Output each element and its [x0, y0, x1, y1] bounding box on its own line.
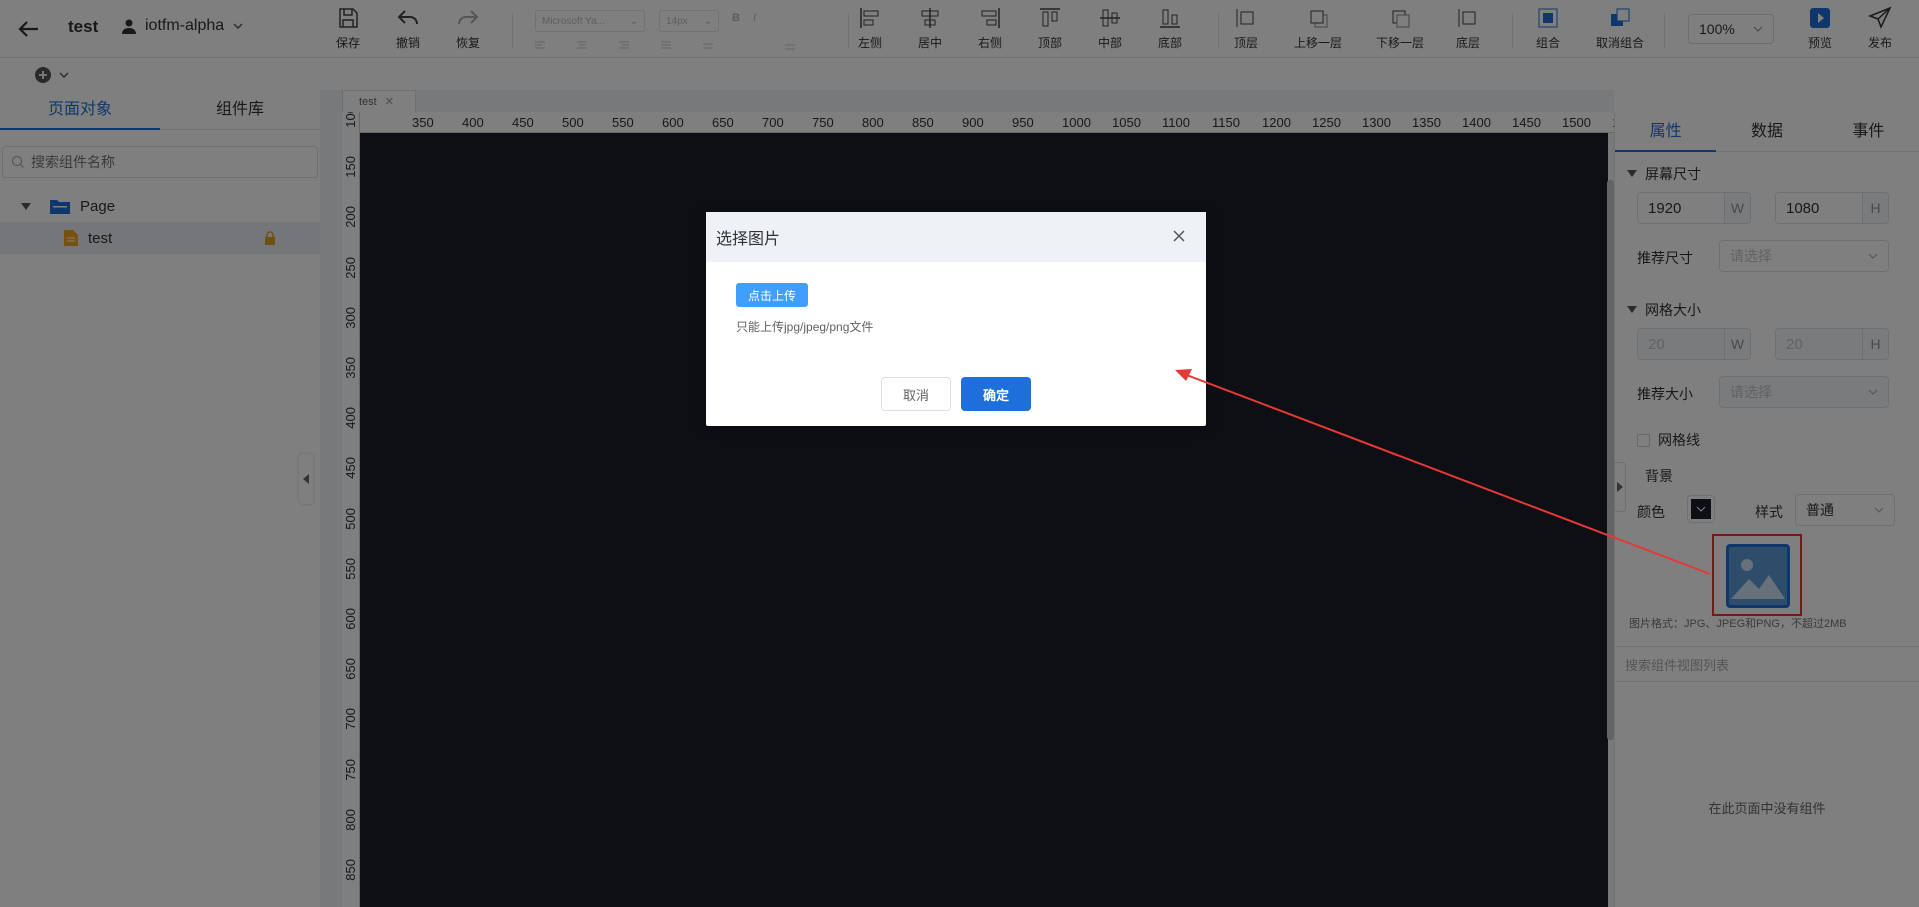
confirm-button[interactable]: 确定	[961, 377, 1031, 411]
upload-tip: 只能上传jpg/jpeg/png文件	[736, 320, 874, 334]
upload-button[interactable]: 点击上传	[736, 283, 808, 307]
modal-overlay	[0, 0, 1919, 907]
dialog-title: 选择图片	[716, 231, 781, 248]
dialog-header: 选择图片	[706, 212, 1206, 262]
select-image-dialog: 选择图片 点击上传 只能上传jpg/jpeg/png文件 取消 确定	[706, 212, 1206, 426]
cancel-button[interactable]: 取消	[881, 377, 951, 411]
close-icon[interactable]	[1172, 229, 1186, 243]
